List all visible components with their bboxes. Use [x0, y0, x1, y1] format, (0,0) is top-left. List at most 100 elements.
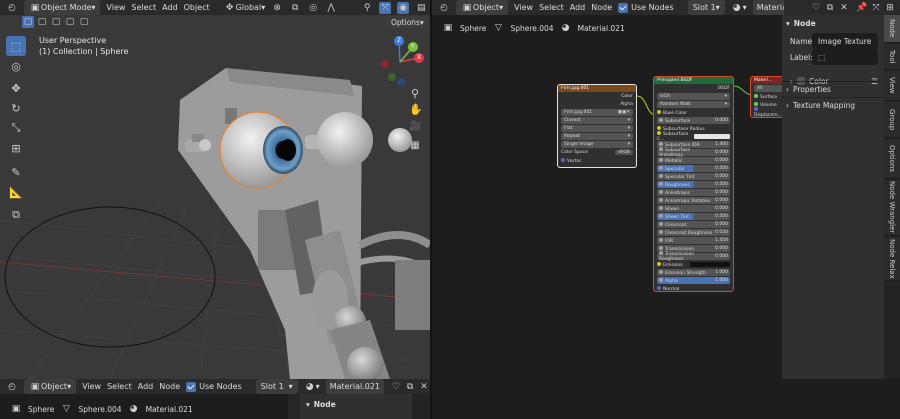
bsdf-input-row[interactable]: Alpha 1.000	[657, 277, 730, 284]
bsdf-input-socket[interactable]	[659, 141, 663, 146]
bsdf-input-socket[interactable]	[659, 251, 663, 255]
bottom-material-browse-icon[interactable]: ◕ ▾	[304, 379, 320, 394]
bsdf-input-row[interactable]: Subsurface C...	[657, 131, 730, 142]
bsdf-input-socket[interactable]	[659, 117, 663, 122]
bottom-menu-select[interactable]: Select	[107, 379, 132, 394]
bsdf-input-socket[interactable]	[659, 229, 663, 234]
displacement-input-socket[interactable]: Displacem...	[754, 107, 784, 117]
output-target-dropdown[interactable]: All	[754, 85, 784, 92]
orientation-dropdown[interactable]: ✥ Global ▾	[224, 0, 265, 15]
bsdf-input-row[interactable]: Anisotropic 0.000	[657, 189, 730, 196]
bottom-type-dropdown[interactable]: ▣ Object ▾	[24, 379, 77, 394]
bsdf-input-row[interactable]: Subsurface Anisotropy 0.000	[657, 147, 730, 158]
bottom-fake-user-icon[interactable]: ♡	[390, 379, 402, 394]
sidebar-panel-header[interactable]: ▾ Node	[786, 15, 882, 31]
tool-select-box[interactable]: ⬚	[6, 36, 26, 56]
tool-transform[interactable]: ⊞	[6, 138, 26, 158]
tab-node-wrangler[interactable]: Node Wrangler	[884, 180, 900, 236]
tab-view[interactable]: View	[884, 71, 900, 101]
bsdf-input-row[interactable]: Transmission Roughness 0.000	[657, 251, 730, 262]
menu-object[interactable]: Object	[184, 0, 210, 15]
texture-mapping-panel[interactable]: › Texture Mapping	[782, 97, 884, 113]
visibility-icon[interactable]: ⚲	[361, 0, 373, 15]
image-texture-node-header[interactable]: f-iris.jpg.001	[558, 85, 636, 92]
pivot-icon[interactable]: ⊗	[271, 0, 283, 15]
bsdf-input-row[interactable]: Specular Tint 0.000	[657, 173, 730, 180]
viewport-area[interactable]: ◴ ▣ Object Mode ▾ View Select Add Object ✥…	[0, 0, 430, 379]
source-dropdown[interactable]: Single Image ▾	[561, 141, 633, 148]
node-editor-area[interactable]: ◴ ▣ Object ▾ View Select Add Node Use Node…	[432, 0, 784, 419]
color-space-row[interactable]: Color Space sRGB	[561, 149, 633, 156]
bsdf-input-socket[interactable]	[657, 285, 661, 290]
select-box-mode-icon[interactable]: ▢	[22, 16, 34, 28]
bsdf-input-socket[interactable]	[657, 125, 661, 130]
bottom-menu-view[interactable]: View	[82, 379, 101, 394]
output-node-header[interactable]: Materi...	[751, 77, 784, 84]
tool-rotate[interactable]: ↻	[6, 98, 26, 118]
subsurface-method-dropdown[interactable]: Random Walk ▾	[657, 101, 730, 108]
bsdf-input-row[interactable]: Specular 0.500	[657, 165, 730, 172]
image-texture-node[interactable]: f-iris.jpg.001 Color Alpha f-iris.jpg.00…	[557, 84, 637, 168]
snap-icon[interactable]: ⧉	[289, 0, 301, 15]
output-alpha-socket[interactable]: Alpha	[620, 102, 633, 107]
bsdf-input-socket[interactable]	[659, 221, 663, 226]
bsdf-input-socket[interactable]	[659, 277, 663, 282]
distribution-dropdown[interactable]: GGX ▾	[657, 93, 730, 100]
tab-tool[interactable]: Tool	[884, 44, 900, 70]
fake-user-icon[interactable]: ♡	[810, 0, 822, 15]
menu-select[interactable]: Select	[131, 0, 156, 15]
interpolation-dropdown[interactable]: Closest ▾	[561, 117, 633, 124]
snap-node-icon[interactable]: ⤧	[870, 0, 882, 15]
bsdf-input-socket[interactable]	[659, 213, 663, 218]
zoom-view-icon[interactable]: ⚲	[409, 88, 421, 100]
bottom-menu-node[interactable]: Node	[159, 379, 180, 394]
bsdf-output-socket[interactable]: BSDF	[718, 86, 730, 91]
gizmo-toggle-icon[interactable]: ⤧	[379, 0, 392, 15]
bsdf-input-socket[interactable]	[659, 237, 663, 242]
bottom-use-nodes-checkbox[interactable]: Use Nodes	[186, 379, 242, 394]
menu-add[interactable]: Add	[162, 0, 178, 15]
properties-panel[interactable]: › Properties	[782, 81, 884, 97]
bsdf-input-socket[interactable]	[659, 245, 663, 250]
tab-options[interactable]: Options	[884, 139, 900, 179]
name-field[interactable]: Image Texture	[812, 33, 878, 49]
emission-color-swatch[interactable]	[690, 262, 730, 267]
material-output-node[interactable]: Materi... All Surface Volume Displacem..…	[750, 76, 784, 118]
bsdf-input-row[interactable]: Roughness 0.500	[657, 181, 730, 188]
tool-measure[interactable]: 📐	[6, 182, 26, 202]
bsdf-input-row[interactable]: Emission Strength 1.000	[657, 269, 730, 276]
pan-view-icon[interactable]: ✋	[409, 104, 423, 116]
tab-node-relax[interactable]: Node Relax	[884, 237, 900, 281]
bsdf-input-socket[interactable]	[659, 157, 663, 162]
bsdf-input-socket[interactable]	[657, 109, 661, 114]
bsdf-input-socket[interactable]	[659, 165, 663, 170]
options-button[interactable]: Options ▾	[386, 16, 429, 28]
bsdf-input-socket[interactable]	[657, 131, 661, 135]
bsdf-input-row[interactable]: Emission	[657, 261, 730, 268]
image-selector[interactable]: f-iris.jpg.001 ▣▣✕	[561, 109, 633, 116]
bsdf-input-row[interactable]: Anisotropic Rotation 0.000	[657, 197, 730, 204]
menu-view[interactable]: View	[106, 0, 125, 15]
bottom-slot-dropdown[interactable]: Slot 1 ▾	[255, 379, 298, 394]
camera-view-icon[interactable]: 🎥	[409, 121, 421, 133]
output-color-socket[interactable]: Color	[621, 94, 633, 99]
bottom-editor-type-icon[interactable]: ◴	[6, 379, 18, 394]
principled-bsdf-node[interactable]: Principled BSDF BSDF GGX ▾ Random Walk ▾ B…	[653, 76, 734, 292]
bottom-unlink-icon[interactable]: ✕	[418, 379, 430, 394]
proportional-edit-icon[interactable]: ◎	[307, 0, 319, 15]
select-invert-icon[interactable]: ▢	[64, 16, 76, 28]
bsdf-input-socket[interactable]	[659, 181, 663, 186]
bsdf-input-row[interactable]: Sheen 0.000	[657, 205, 730, 212]
bsdf-input-row[interactable]: Clearcoat Roughness 0.030	[657, 229, 730, 236]
duplicate-material-icon[interactable]: ⧉	[824, 0, 836, 15]
bsdf-input-row[interactable]: Sheen Tint 0.500	[657, 213, 730, 220]
tool-scale[interactable]: ⤡	[6, 118, 26, 138]
bsdf-input-socket[interactable]	[659, 147, 663, 151]
bsdf-input-socket[interactable]	[659, 189, 663, 194]
bottom-menu-add[interactable]: Add	[138, 379, 154, 394]
tool-move[interactable]: ✥	[6, 78, 26, 98]
bsdf-input-socket[interactable]	[657, 261, 661, 266]
label-field[interactable]: ⬚	[812, 49, 878, 65]
tool-annotate[interactable]: ✎	[6, 162, 26, 182]
ortho-toggle-icon[interactable]: ▦	[409, 140, 421, 152]
